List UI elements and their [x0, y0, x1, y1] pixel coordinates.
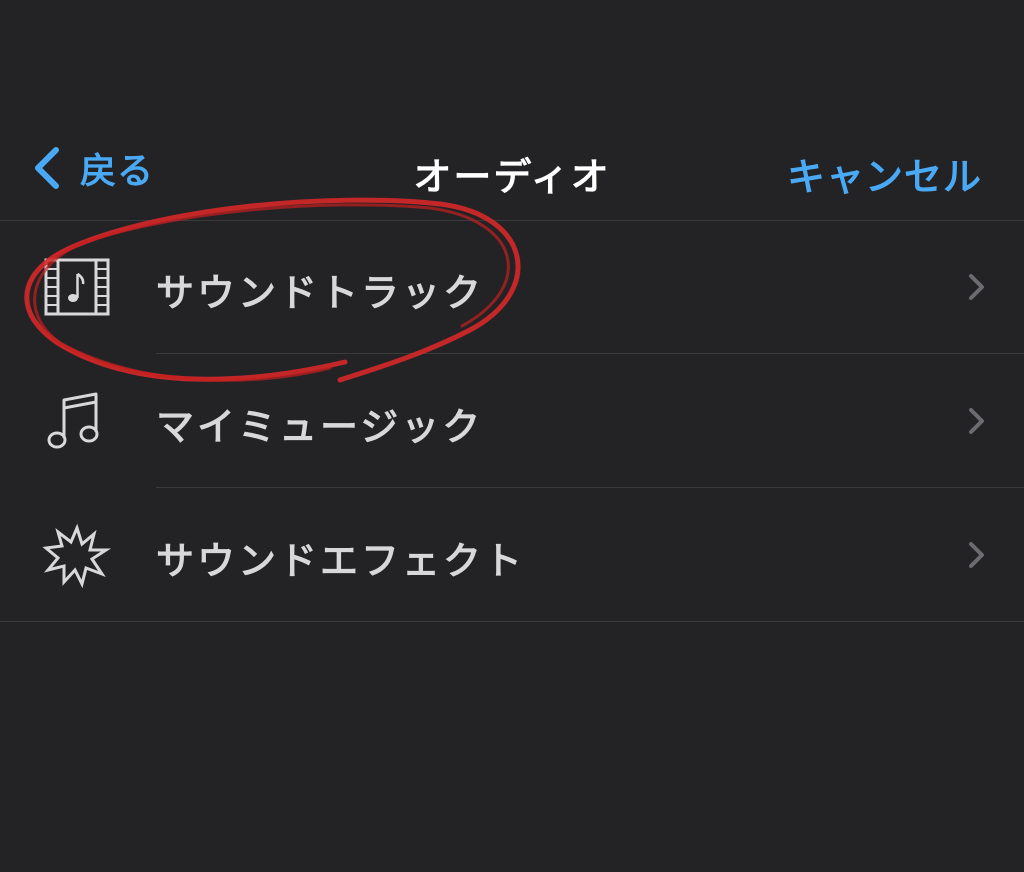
list-item-sound-effects[interactable]: サウンドエフェクト	[0, 488, 1024, 622]
music-note-icon	[47, 392, 99, 449]
navigation-bar: 戻る オーディオ キャンセル	[0, 110, 1024, 221]
audio-source-list: サウンドトラック マイミュージック サウンドエフェクト	[0, 220, 1024, 622]
list-item-my-music[interactable]: マイミュージック	[0, 354, 1024, 488]
cancel-button[interactable]: キャンセル	[787, 146, 982, 201]
film-music-icon	[44, 258, 110, 316]
chevron-right-icon	[969, 542, 984, 568]
chevron-right-icon	[969, 408, 984, 434]
list-item-label: マイミュージック	[156, 405, 484, 449]
list-item-label: サウンドエフェクト	[156, 539, 526, 583]
divider	[0, 621, 1024, 622]
burst-icon	[42, 523, 112, 588]
audio-screen: 戻る オーディオ キャンセル サウンドトラック マイミュージック サウンドエフェ…	[0, 0, 1024, 872]
chevron-right-icon	[969, 274, 984, 300]
list-item-soundtrack[interactable]: サウンドトラック	[0, 220, 1024, 354]
list-item-label: サウンドトラック	[156, 271, 485, 315]
